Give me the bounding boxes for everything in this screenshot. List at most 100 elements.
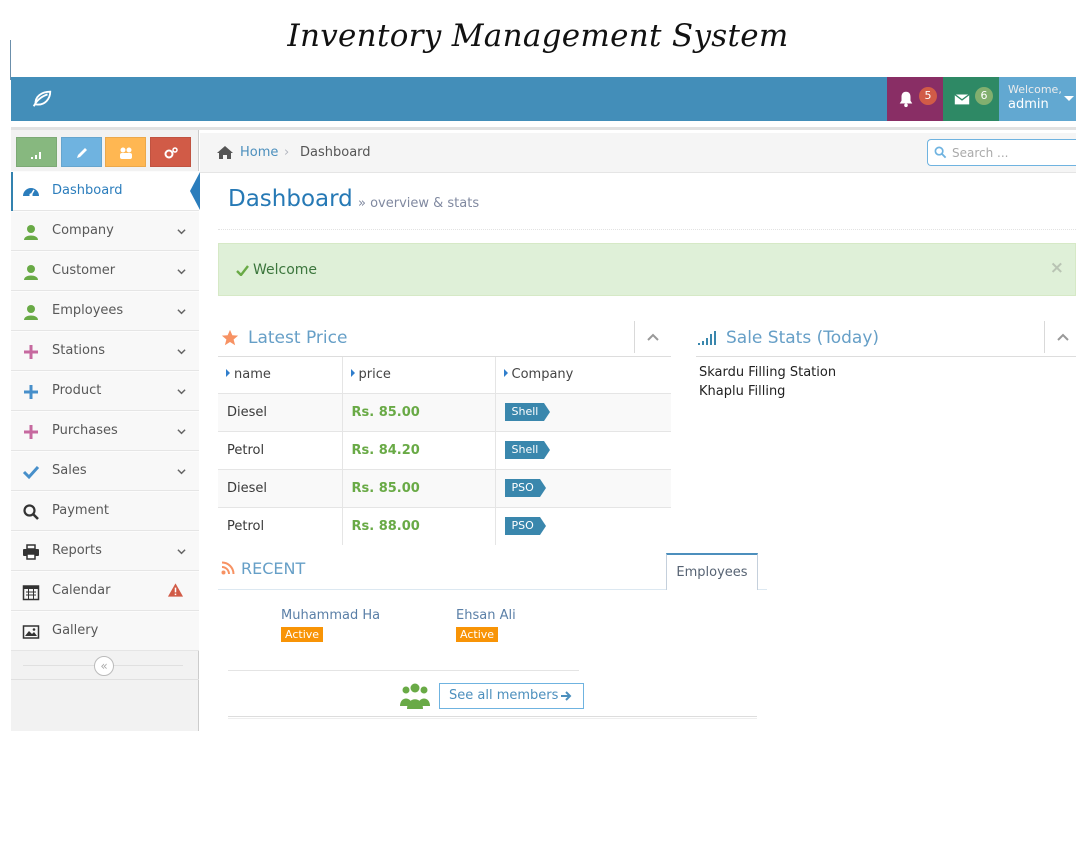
- cell-price: Rs. 84.20: [342, 430, 496, 469]
- cell-name: Diesel: [218, 392, 343, 431]
- shortcut-users-button[interactable]: [105, 137, 146, 167]
- search-icon: [934, 146, 947, 159]
- page-header: Dashboard » overview & stats: [218, 184, 1076, 230]
- user-name: admin: [1008, 97, 1049, 112]
- cell-name: Petrol: [218, 506, 343, 545]
- divider: [228, 670, 579, 671]
- rss-icon: [221, 561, 235, 575]
- dashboard-icon: [23, 188, 39, 197]
- check-icon: [22, 465, 40, 480]
- plus-icon: [24, 425, 38, 439]
- chevron-up-icon[interactable]: [647, 333, 659, 341]
- column-header-company[interactable]: Company: [495, 357, 671, 394]
- sidebar-item-label: Employees: [52, 303, 124, 318]
- cell-company: Shell: [495, 392, 671, 431]
- status-badge: Active: [456, 627, 499, 642]
- search-input[interactable]: [952, 143, 1072, 163]
- warning-icon: [167, 583, 184, 597]
- sidebar-item-employees[interactable]: Employees: [11, 291, 199, 331]
- sidebar-item-product[interactable]: Product: [11, 371, 199, 411]
- list-item: Skardu Filling Station: [699, 365, 837, 380]
- sale-stats-title: Sale Stats (Today): [726, 328, 880, 348]
- sidebar-item-label: Product: [52, 383, 102, 398]
- home-icon: [217, 146, 233, 159]
- user-icon: [24, 305, 38, 320]
- top-navbar: 5 6 Welcome, admin: [11, 77, 1076, 121]
- sidebar-item-payment[interactable]: Payment: [11, 491, 199, 531]
- chevron-up-icon[interactable]: [1057, 333, 1069, 341]
- sidebar-item-label: Payment: [52, 503, 109, 518]
- chevron-down-icon: [177, 389, 186, 395]
- company-tag: PSO: [504, 479, 547, 497]
- sidebar-item-label: Sales: [52, 463, 87, 478]
- group-icon: [400, 683, 430, 709]
- sidebar-item-label: Stations: [52, 343, 105, 358]
- messages-button[interactable]: 6: [943, 77, 999, 121]
- arrow-right-icon: [561, 691, 572, 701]
- sidebar-item-reports[interactable]: Reports: [11, 531, 199, 571]
- sidebar: Dashboard Company Customer Employees Sta…: [11, 130, 200, 731]
- sidebar-item-calendar[interactable]: Calendar: [11, 571, 199, 611]
- double-chevron-left-icon[interactable]: «: [94, 656, 114, 676]
- cell-name: Petrol: [218, 430, 343, 469]
- latest-price-widget-header: Latest Price: [218, 321, 671, 357]
- shortcut-stats-button[interactable]: [16, 137, 57, 167]
- recent-widget-header: RECENT Employees: [218, 553, 767, 590]
- see-all-members-button[interactable]: See all members: [439, 683, 584, 709]
- search-icon: [23, 504, 39, 520]
- cogs-icon: [164, 147, 178, 159]
- member-item[interactable]: Ehsan Ali Active: [456, 608, 516, 642]
- chevron-down-icon: [177, 549, 186, 555]
- sidebar-item-label: Customer: [52, 263, 116, 278]
- sidebar-item-sales[interactable]: Sales: [11, 451, 199, 491]
- chevron-down-icon: [177, 269, 186, 275]
- sidebar-item-label: Calendar: [52, 583, 111, 598]
- sidebar-item-gallery[interactable]: Gallery: [11, 611, 199, 651]
- page-title: Dashboard: [228, 186, 353, 212]
- sidebar-item-company[interactable]: Company: [11, 211, 199, 251]
- chevron-down-icon: [177, 349, 186, 355]
- envelope-icon: [954, 93, 970, 105]
- shortcut-edit-button[interactable]: [61, 137, 102, 167]
- table-row: Petrol Rs. 84.20 Shell: [218, 430, 671, 469]
- star-icon: [221, 329, 239, 346]
- sidebar-collapse: «: [11, 651, 199, 680]
- breadcrumb-home-link[interactable]: Home: [240, 145, 278, 160]
- sale-stats-widget-header: Sale Stats (Today): [696, 321, 1076, 357]
- member-name[interactable]: Muhammad Ha: [281, 608, 380, 623]
- recent-title: RECENT: [241, 559, 306, 578]
- sidebar-item-customer[interactable]: Customer: [11, 251, 199, 291]
- welcome-text: Welcome,: [1008, 83, 1062, 96]
- sidebar-item-label: Company: [52, 223, 114, 238]
- member-item[interactable]: Muhammad Ha Active: [281, 608, 380, 642]
- cell-company: PSO: [495, 506, 671, 545]
- cell-price: Rs. 85.00: [342, 468, 496, 507]
- user-icon: [24, 225, 38, 240]
- bell-icon: [899, 91, 913, 108]
- sidebar-item-dashboard[interactable]: Dashboard: [11, 171, 200, 212]
- welcome-alert: Welcome ×: [218, 243, 1076, 296]
- user-menu[interactable]: Welcome, admin: [999, 77, 1076, 121]
- signal-icon: [698, 331, 716, 345]
- divider: [228, 716, 757, 719]
- column-header-price[interactable]: price: [342, 357, 496, 394]
- cell-name: Diesel: [218, 468, 343, 507]
- company-tag: Shell: [504, 441, 551, 459]
- tab-employees[interactable]: Employees: [666, 553, 758, 590]
- cell-company: Shell: [495, 430, 671, 469]
- shortcut-settings-button[interactable]: [150, 137, 191, 167]
- plus-icon: [24, 385, 38, 399]
- sidebar-item-stations[interactable]: Stations: [11, 331, 199, 371]
- member-name[interactable]: Ehsan Ali: [456, 608, 516, 623]
- caret-down-icon: [1064, 96, 1074, 101]
- close-icon[interactable]: ×: [1050, 258, 1064, 278]
- users-icon: [120, 147, 132, 159]
- divider: [634, 321, 635, 353]
- column-header-name[interactable]: name: [218, 357, 343, 394]
- user-icon: [24, 265, 38, 280]
- divider: [1044, 321, 1045, 353]
- sidebar-item-purchases[interactable]: Purchases: [11, 411, 199, 451]
- leaf-icon[interactable]: [31, 88, 53, 110]
- page-subtitle: » overview & stats: [358, 196, 480, 211]
- notifications-button[interactable]: 5: [887, 77, 943, 121]
